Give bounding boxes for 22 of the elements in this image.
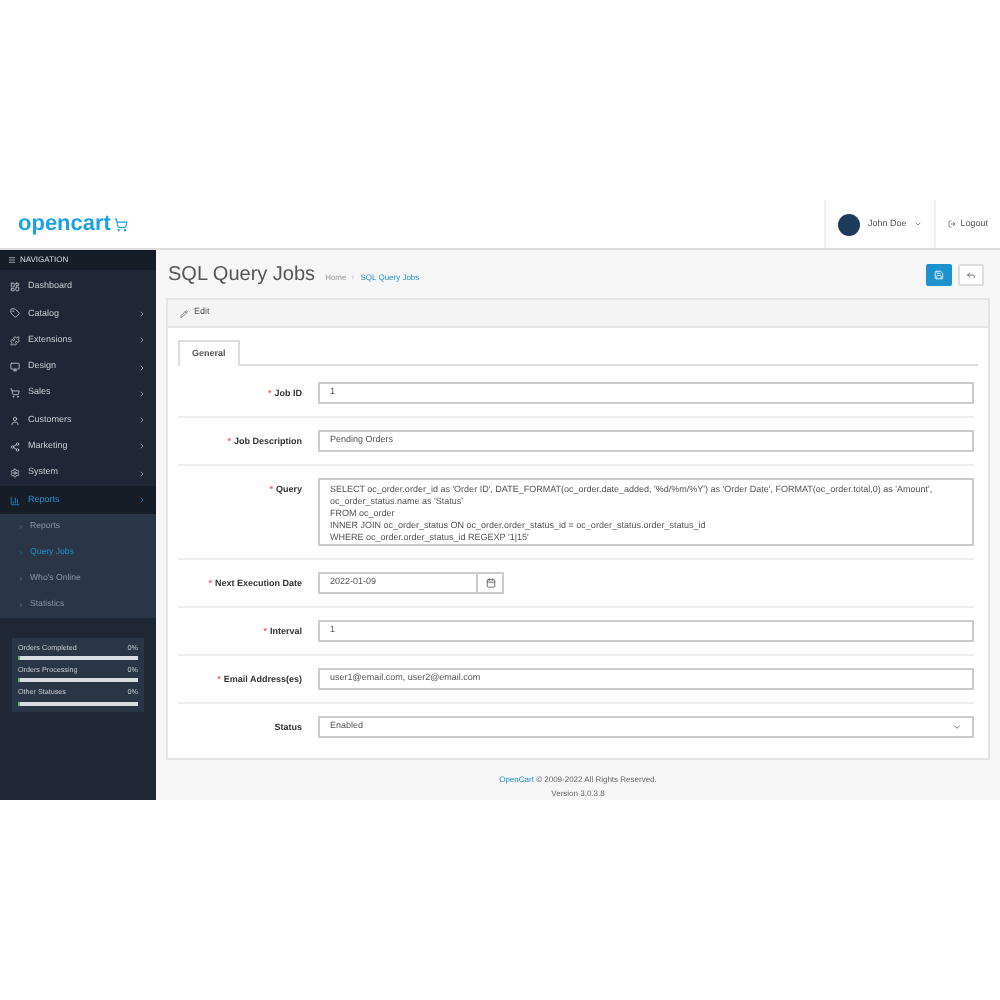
chevron-down-icon	[952, 722, 962, 732]
menu-icon	[8, 256, 16, 264]
calendar-button[interactable]	[478, 572, 504, 594]
puzzle-icon	[10, 335, 20, 346]
back-icon	[966, 269, 976, 279]
cart-logo-icon	[114, 217, 129, 231]
save-icon	[934, 269, 944, 279]
calendar-icon	[485, 578, 495, 588]
chart-icon	[10, 495, 20, 506]
logout-icon	[948, 220, 957, 228]
share-icon	[10, 441, 20, 452]
page-title: SQL Query Jobs	[168, 261, 316, 289]
cart-icon	[10, 388, 20, 399]
back-button[interactable]	[958, 263, 984, 285]
pencil-icon	[180, 309, 188, 317]
user-icon	[10, 415, 20, 426]
tag-icon	[10, 308, 20, 319]
save-button[interactable]	[926, 263, 952, 285]
settings-icon	[10, 468, 20, 479]
monitor-icon	[10, 362, 20, 373]
avatar	[837, 213, 860, 235]
dashboard-icon	[10, 282, 20, 293]
